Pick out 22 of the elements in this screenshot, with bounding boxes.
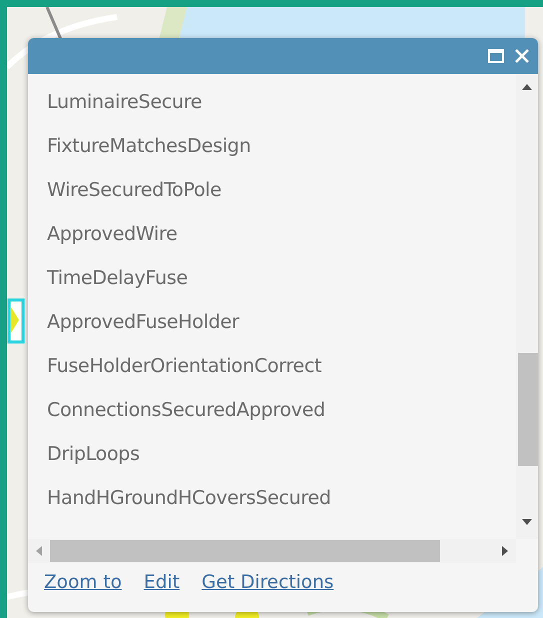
field-name: HandHGroundHCoversSecured (47, 486, 332, 511)
field-name: FixtureMatchesDesign (47, 134, 252, 159)
field-name: ApprovedWire (47, 222, 178, 247)
action-link[interactable]: Get Directions (202, 572, 334, 593)
scrollbar-thumb[interactable] (518, 353, 538, 466)
vertical-scrollbar[interactable] (516, 74, 538, 539)
action-link[interactable]: Edit (144, 572, 180, 593)
scrollbar-thumb[interactable] (50, 540, 440, 562)
field-name: WireSecuredToPole (47, 178, 222, 203)
maximize-button[interactable] (486, 47, 506, 65)
scroll-up-icon[interactable] (522, 84, 532, 90)
field-name: LuminaireSecure (47, 90, 203, 115)
field-name: TimeDelayFuse (47, 266, 189, 291)
horizontal-scrollbar[interactable] (28, 539, 516, 563)
action-link[interactable]: Zoom to (44, 572, 122, 593)
field-name: ConnectionsSecuredApproved (47, 398, 326, 423)
scroll-left-icon[interactable] (36, 546, 42, 556)
field-name: ApprovedFuseHolder (47, 310, 240, 335)
field-name: DripLoops (47, 442, 141, 467)
scroll-right-icon[interactable] (502, 546, 508, 556)
field-name: FuseHolderOrientationCorrect (47, 354, 322, 379)
scroll-down-icon[interactable] (522, 519, 532, 525)
